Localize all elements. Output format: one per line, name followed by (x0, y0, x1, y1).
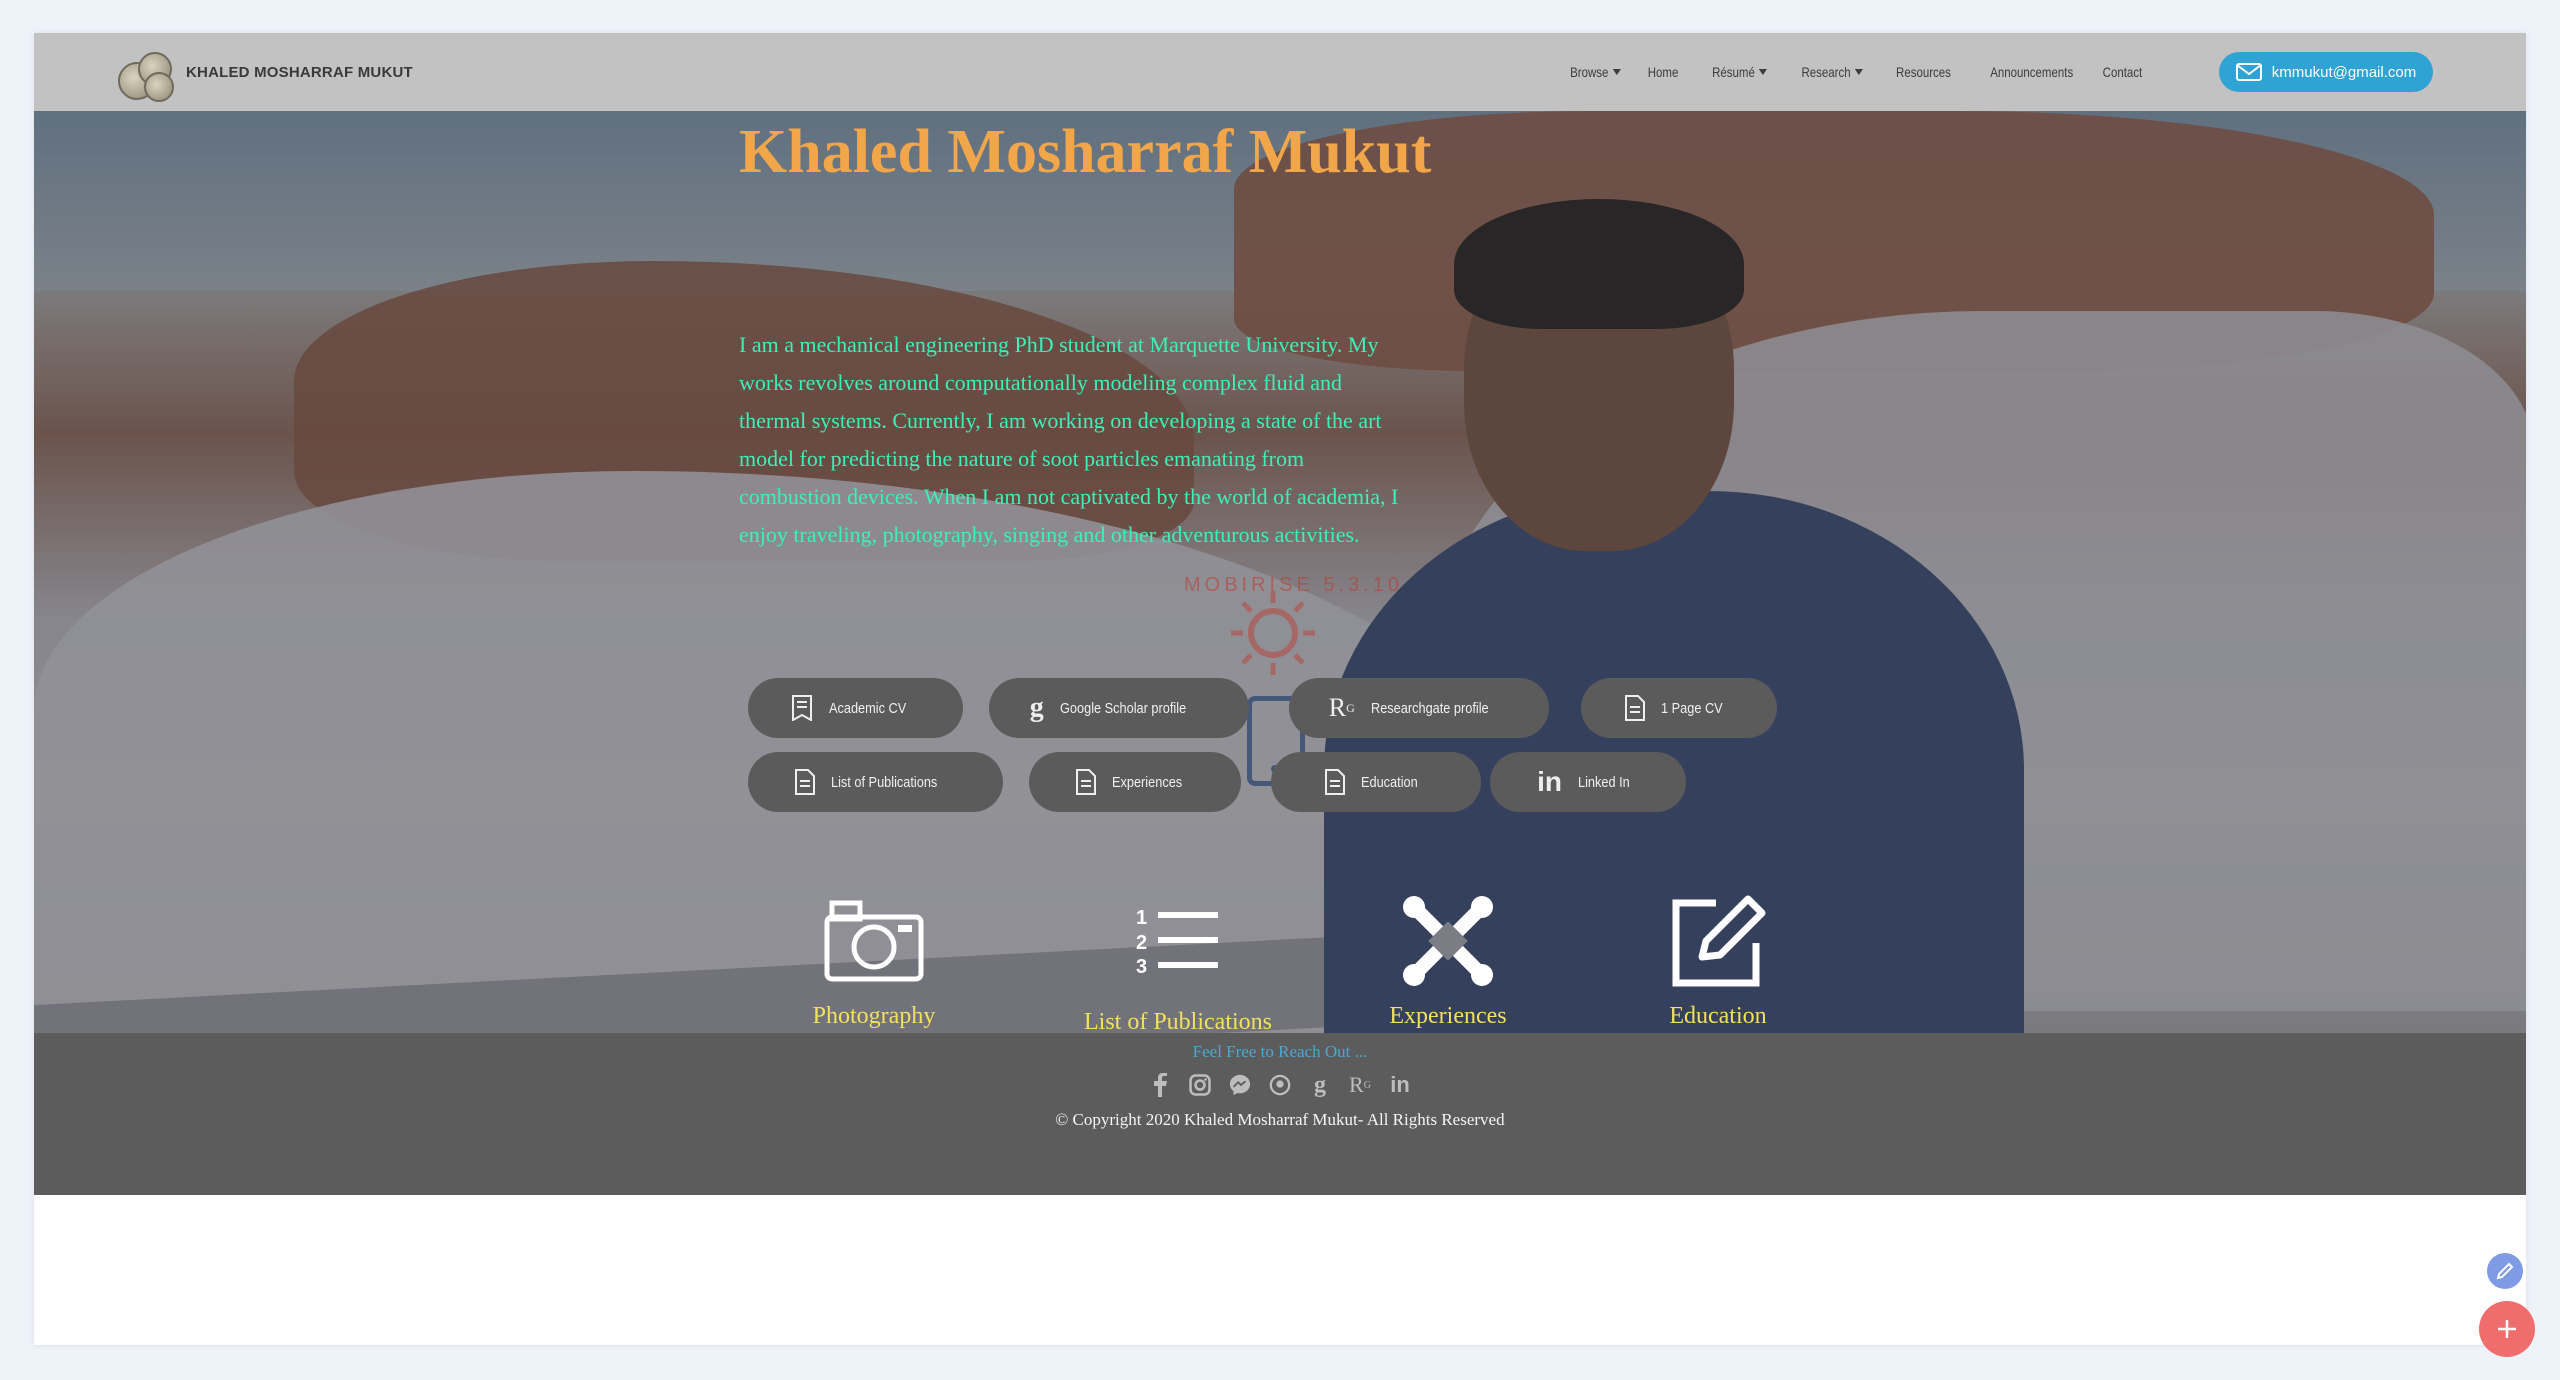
feature-education[interactable]: Education (1618, 891, 1818, 1030)
nav-item-label: Browse (1569, 64, 1608, 80)
education-button[interactable]: Education (1271, 752, 1481, 812)
button-label: Academic CV (829, 699, 907, 717)
nav-item-home[interactable]: Home (1648, 64, 1679, 80)
main-menu: Browse Home Résumé Research Resources An… (1538, 33, 2142, 111)
button-label: Education (1360, 773, 1418, 791)
hero-description: I am a mechanical engineering PhD studen… (739, 332, 1399, 547)
joomla-icon (1403, 896, 1493, 986)
edit-icon (1672, 895, 1766, 987)
researchgate-button[interactable]: RG Researchgate profile (1289, 678, 1549, 738)
sun-icon (1231, 591, 1315, 675)
brand[interactable]: KHALED MOSHARRAF MUKUT (114, 43, 413, 102)
nav-item-announcements[interactable]: Announcements (1990, 64, 2073, 80)
feature-list-of-publications[interactable]: 1 2 3 List of Publications (1078, 891, 1278, 1033)
one-page-cv-button[interactable]: 1 Page CV (1581, 678, 1777, 738)
button-label: List of Publications (830, 773, 938, 791)
email-button-label: kmmukut@gmail.com (2271, 63, 2417, 81)
feature-experiences[interactable]: Experiences (1348, 891, 1548, 1030)
researchgate-icon: RG (1328, 693, 1355, 722)
instagram-icon[interactable] (1189, 1073, 1211, 1097)
book-icon (791, 695, 813, 721)
nav-item-research[interactable]: Research (1801, 64, 1863, 80)
nav-item-label: Announcements (1989, 64, 2073, 80)
button-label: Google Scholar profile (1059, 699, 1186, 717)
brand-logo[interactable] (114, 46, 174, 102)
svg-text:2: 2 (1136, 932, 1147, 954)
feature-label: Education (1669, 1003, 1767, 1029)
svg-text:1: 1 (1136, 907, 1147, 929)
experiences-button[interactable]: Experiences (1029, 752, 1241, 812)
google-scholar-icon[interactable]: g (1309, 1072, 1331, 1098)
button-label: Researchgate profile (1370, 699, 1489, 717)
reach-out-text: Feel Free to Reach Out ... (1192, 1042, 1368, 1061)
github-icon[interactable] (1269, 1073, 1291, 1097)
linkedin-button[interactable]: in Linked In (1490, 752, 1686, 812)
caret-down-icon (1854, 69, 1863, 75)
academic-cv-button[interactable]: Academic CV (748, 678, 963, 738)
edit-fab[interactable] (2487, 1253, 2523, 1289)
nav-item-browse[interactable]: Browse (1570, 64, 1621, 80)
social-links: g RG in (34, 1072, 2526, 1098)
list-of-publications-button[interactable]: List of Publications (748, 752, 1003, 812)
nav-item-resume[interactable]: Résumé (1712, 64, 1767, 80)
add-fab[interactable] (2479, 1301, 2535, 1357)
camera-icon (824, 900, 924, 982)
pencil-icon (2496, 1262, 2514, 1280)
hero-overlay (34, 111, 2526, 1033)
copyright-text: © Copyright 2020 Khaled Mosharraf Mukut-… (1055, 1110, 1505, 1129)
google-scholar-button[interactable]: g Google Scholar profile (989, 678, 1249, 738)
nav-item-label: Home (1647, 64, 1679, 80)
button-label: Experiences (1111, 773, 1182, 791)
feature-label: Experiences (1389, 1003, 1507, 1029)
plus-icon (2498, 1320, 2516, 1338)
nav-item-resources[interactable]: Resources (1896, 64, 1951, 80)
linkedin-icon[interactable]: in (1389, 1072, 1411, 1097)
facebook-icon[interactable] (1149, 1073, 1171, 1097)
nav-item-label: Research (1801, 64, 1851, 80)
caret-down-icon (1758, 69, 1767, 75)
document-icon (1075, 769, 1096, 795)
document-icon (794, 769, 815, 795)
footer: Feel Free to Reach Out ... g RG in © Cop… (34, 1033, 2526, 1195)
envelope-icon (2235, 63, 2262, 81)
document-icon (1324, 769, 1345, 795)
google-scholar-icon: g (1029, 692, 1044, 723)
svg-text:3: 3 (1136, 956, 1147, 976)
feature-label: List of Publications (1084, 1009, 1272, 1033)
hero-title: Khaled Mosharraf Mukut (739, 118, 1432, 186)
nav-item-contact[interactable]: Contact (2102, 64, 2142, 80)
document-icon (1624, 695, 1645, 721)
nav-item-label: Contact (2102, 64, 2142, 80)
page-frame: KHALED MOSHARRAF MUKUT Browse Home Résum… (34, 33, 2526, 1345)
navbar: KHALED MOSHARRAF MUKUT Browse Home Résum… (34, 33, 2526, 111)
messenger-icon[interactable] (1229, 1073, 1251, 1097)
button-label: 1 Page CV (1660, 699, 1723, 717)
feature-photography[interactable]: Photography (774, 891, 974, 1030)
feature-label: Photography (812, 1003, 936, 1029)
button-label: Linked In (1578, 773, 1630, 791)
brand-name[interactable]: KHALED MOSHARRAF MUKUT (186, 64, 413, 81)
email-button[interactable]: kmmukut@gmail.com (2219, 52, 2433, 92)
linkedin-icon: in (1537, 766, 1562, 797)
nav-item-label: Resources (1895, 64, 1951, 80)
caret-down-icon (1612, 69, 1621, 75)
hero-section: Khaled Mosharraf Mukut I am a mechanical… (34, 111, 2526, 1033)
researchgate-icon[interactable]: RG (1349, 1072, 1371, 1097)
nav-item-label: Résumé (1711, 64, 1755, 80)
numbered-list-icon: 1 2 3 (1136, 907, 1218, 976)
